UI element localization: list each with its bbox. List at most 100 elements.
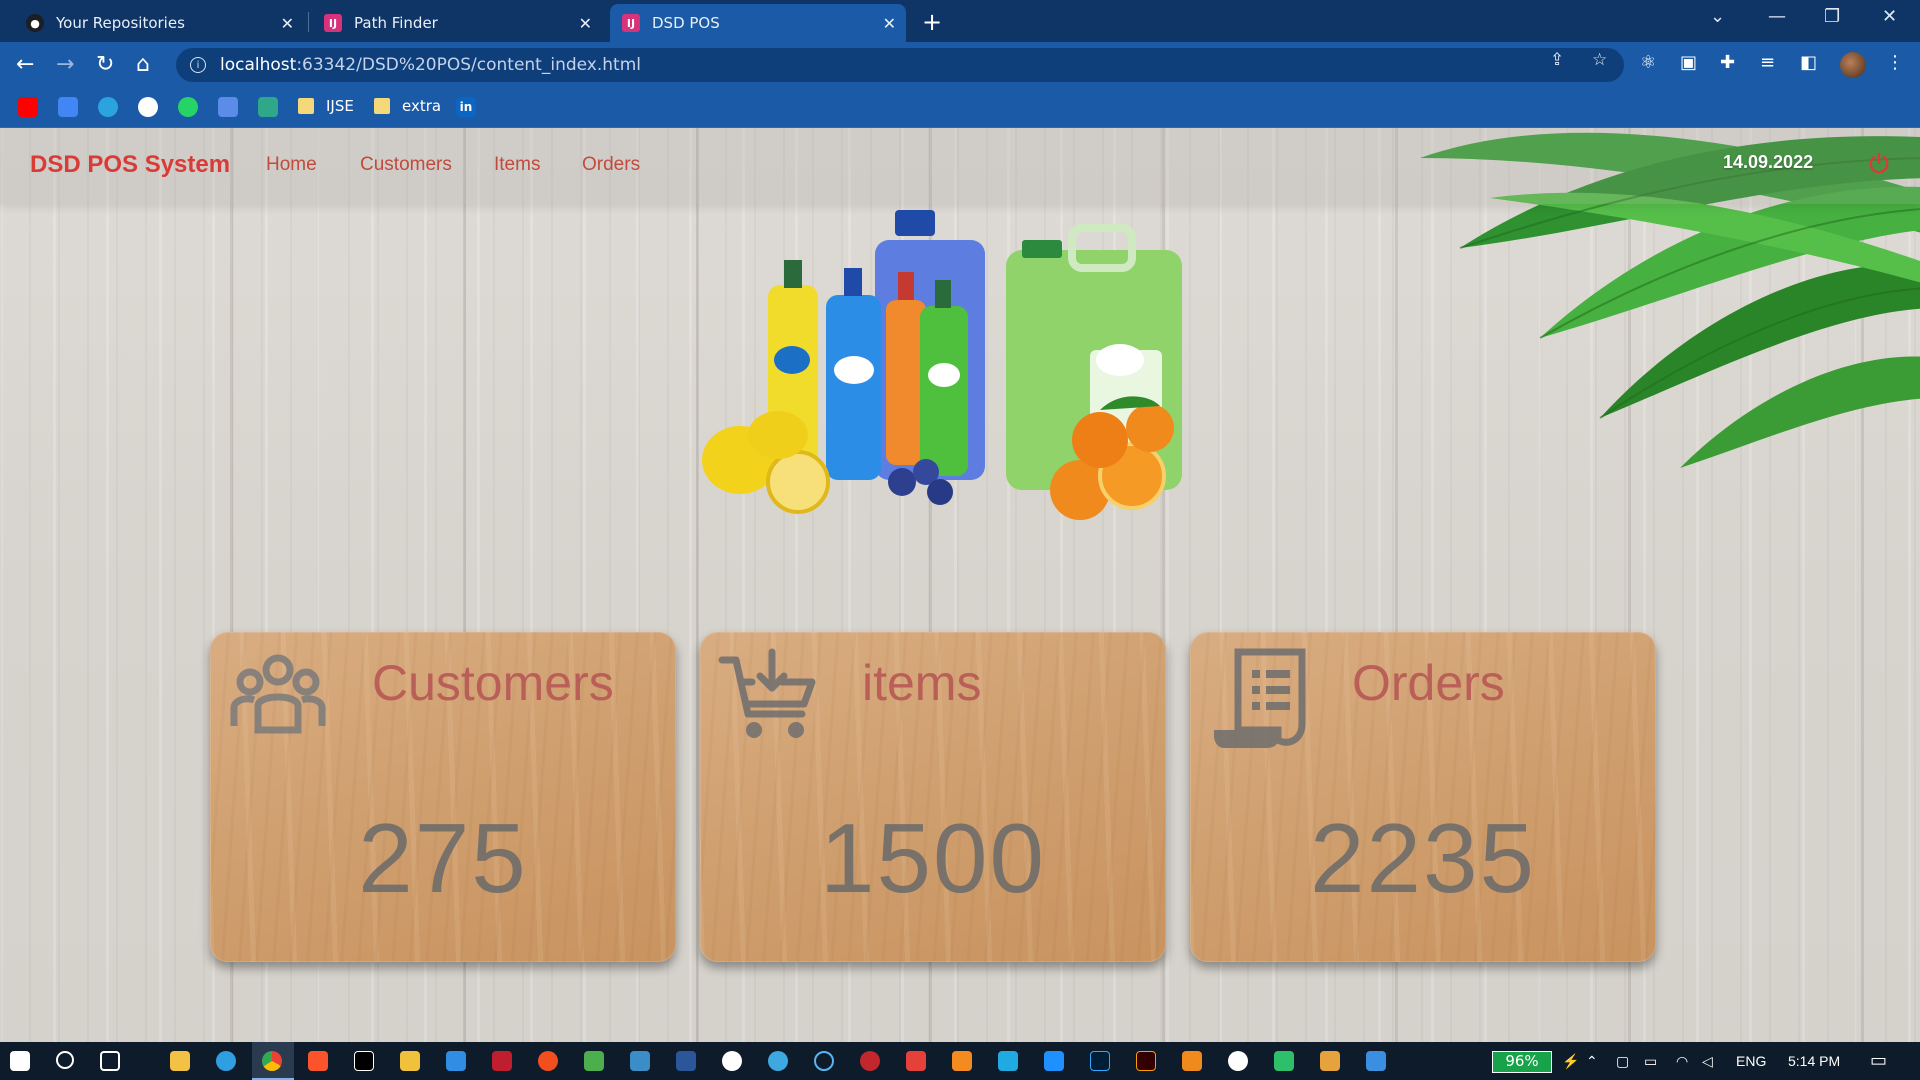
linkedin-icon[interactable]: in [456,97,476,117]
tray-overflow-icon[interactable]: ⌃ [1586,1053,1598,1070]
folder-icon [298,98,314,114]
items-card[interactable]: items 1500 [700,632,1166,962]
nav-orders[interactable]: Orders [582,154,640,176]
cart-download-icon [718,648,816,738]
browser-toolbar: ← → ↻ ⌂ i localhost:63342/DSD%20POS/cont… [0,42,1920,88]
close-icon[interactable]: ✕ [883,14,896,33]
app-icon[interactable] [1274,1051,1294,1071]
github-icon[interactable] [138,97,158,117]
app-icon[interactable] [1366,1051,1386,1071]
brave-icon[interactable] [308,1051,328,1071]
folder-icon [374,98,390,114]
wifi-icon[interactable]: ◠ [1676,1053,1688,1070]
illustrator-icon[interactable] [1136,1051,1156,1071]
close-icon[interactable]: ✕ [281,14,294,33]
app-icon[interactable] [906,1051,926,1071]
notifications-icon[interactable]: ▭ [1870,1050,1887,1071]
search-icon[interactable] [56,1051,74,1069]
url-host: localhost [220,55,297,75]
vlc-icon[interactable] [952,1051,972,1071]
bookmark-label: IJSE [326,97,354,115]
card-title: Customers [372,655,614,711]
battery-icon[interactable]: ▭ [1644,1053,1657,1070]
task-view-icon[interactable] [100,1051,120,1071]
photoshop-icon[interactable] [1090,1051,1110,1071]
app-icon[interactable] [768,1051,788,1071]
postman-icon[interactable] [538,1051,558,1071]
bookmark-label: extra [402,97,442,115]
app-icon[interactable] [630,1051,650,1071]
side-panel-icon[interactable]: ◧ [1800,52,1817,73]
restore-button[interactable]: ❐ [1824,6,1840,27]
items-count: 1500 [819,803,1046,913]
intellij-icon[interactable] [354,1051,374,1071]
users-icon [230,654,326,734]
nav-home[interactable]: Home [266,154,317,176]
app-icon[interactable] [814,1051,834,1071]
device-icon[interactable]: ▢ [1616,1053,1629,1070]
menu-kebab-icon[interactable]: ⋮ [1886,52,1904,73]
extensions-puzzle-icon[interactable]: ✚ [1720,52,1735,73]
close-icon[interactable]: ✕ [579,14,592,33]
tab-path-finder[interactable]: IJ Path Finder ✕ [312,4,602,42]
app-icon[interactable] [860,1051,880,1071]
nav-customers[interactable]: Customers [360,154,452,176]
word-icon[interactable] [676,1051,696,1071]
profile-avatar[interactable] [1840,52,1866,78]
share-icon[interactable]: ⇪ [1550,50,1564,70]
file-explorer-icon[interactable] [170,1051,190,1071]
home-button[interactable]: ⌂ [136,52,150,77]
chrome-icon[interactable] [262,1051,282,1071]
windows-start-icon[interactable] [10,1051,30,1071]
browser-tab-strip: ● Your Repositories ✕ IJ Path Finder ✕ I… [0,0,1920,42]
battery-indicator[interactable]: 96% [1492,1051,1552,1073]
minimize-button[interactable]: — [1768,6,1786,27]
whatsapp-icon[interactable] [178,97,198,117]
mail-icon[interactable] [1044,1051,1064,1071]
vscode-icon[interactable] [446,1051,466,1071]
bookmark-folder-extra[interactable]: extra [374,97,441,115]
app-icon[interactable] [722,1051,742,1071]
contacts-icon[interactable] [218,97,238,117]
tab-dsd-pos[interactable]: IJ DSD POS ✕ [610,4,906,42]
customers-card[interactable]: Customers 275 [210,632,676,962]
back-button[interactable]: ← [16,52,34,77]
forward-button[interactable]: → [56,52,74,77]
app-icon[interactable] [1320,1051,1340,1071]
power-icon[interactable] [1868,152,1890,174]
node-icon[interactable] [584,1051,604,1071]
bookmark-folder-ijse[interactable]: IJSE [298,97,354,115]
volume-icon[interactable]: ◁ [1702,1053,1713,1070]
language-indicator[interactable]: ENG [1736,1053,1766,1069]
intellij-icon: IJ [622,14,640,32]
new-tab-button[interactable]: + [922,8,942,36]
youtube-icon[interactable] [18,97,38,117]
telegram-icon[interactable] [98,97,118,117]
app-icon[interactable] [1228,1051,1248,1071]
window-close-button[interactable]: ✕ [1882,6,1897,27]
nav-items[interactable]: Items [494,154,540,176]
info-icon[interactable]: i [190,57,206,73]
charging-icon: ⚡ [1562,1053,1580,1069]
reload-button[interactable]: ↻ [96,52,114,77]
bookmark-star-icon[interactable]: ☆ [1592,50,1607,70]
graph-icon[interactable] [258,97,278,117]
app-icon[interactable] [998,1051,1018,1071]
orders-card[interactable]: Orders 2235 [1190,632,1656,962]
tab-your-repositories[interactable]: ● Your Repositories ✕ [14,4,304,42]
google-translate-icon[interactable] [58,97,78,117]
intellij-icon: IJ [324,14,342,32]
app-icon[interactable] [1182,1051,1202,1071]
extension-react-icon[interactable]: ⚛ [1640,52,1656,73]
edge-icon[interactable] [216,1051,236,1071]
clock[interactable]: 5:14 PM [1788,1053,1840,1069]
extension-icon[interactable]: ▣ [1680,52,1697,73]
brand-title[interactable]: DSD POS System [30,151,230,179]
app-icon[interactable] [400,1051,420,1071]
orders-count: 2235 [1309,803,1536,913]
filezilla-icon[interactable] [492,1051,512,1071]
media-controls-icon[interactable]: ≡ [1760,52,1775,73]
current-date: 14.09.2022 [1723,152,1814,172]
address-bar[interactable]: i localhost:63342/DSD%20POS/content_inde… [176,48,1624,82]
tab-search-icon[interactable]: ⌄ [1710,6,1725,27]
